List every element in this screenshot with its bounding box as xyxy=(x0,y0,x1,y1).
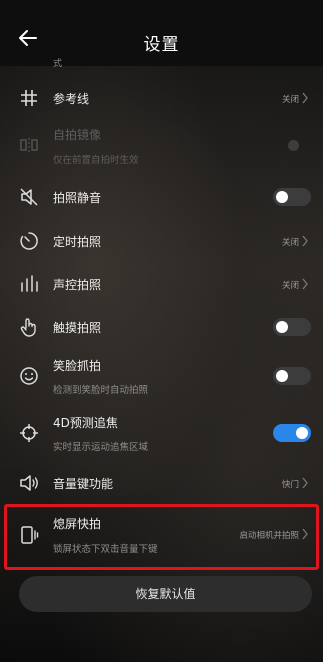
audio-bars-icon xyxy=(21,275,38,292)
chevron-right-icon xyxy=(302,278,308,290)
toggle-knob xyxy=(276,321,288,333)
toggle-knob xyxy=(296,427,308,439)
setting-row-smile[interactable]: 笑脸抓拍 检测到笑脸时自动拍照 xyxy=(0,353,323,399)
mirror-icon xyxy=(20,138,38,152)
smile-icon xyxy=(20,367,38,385)
chevron-right-icon xyxy=(302,477,308,489)
setting-value: 关闭 xyxy=(281,95,299,105)
setting-label: 拍照静音 xyxy=(53,191,102,205)
timer-icon xyxy=(20,232,38,250)
setting-row-timer[interactable]: 定时拍照 关闭 xyxy=(0,224,323,258)
setting-row-mute[interactable]: 拍照静音 xyxy=(0,180,323,214)
setting-row-focus4d[interactable]: 4D预测追焦 实时显示运动追焦区域 xyxy=(0,410,323,456)
setting-label: 音量键功能 xyxy=(53,477,114,491)
touch-hand-icon xyxy=(20,318,36,337)
reset-defaults-button[interactable]: 恢复默认值 xyxy=(19,576,312,612)
setting-row-voice[interactable]: 声控拍照 关闭 xyxy=(0,267,323,301)
setting-row-volume[interactable]: 音量键功能 快门 xyxy=(0,466,323,500)
setting-label: 参考线 xyxy=(53,92,90,106)
partial-row-text: 式 xyxy=(53,59,63,69)
setting-label: 笑脸抓拍 xyxy=(53,359,102,373)
smile-toggle[interactable] xyxy=(273,367,311,385)
volume-key-icon xyxy=(20,475,38,491)
setting-value: 关闭 xyxy=(281,238,299,248)
setting-description: 检测到笑脸时自动拍照 xyxy=(53,385,149,396)
touch-toggle[interactable] xyxy=(273,318,311,336)
highlight-box xyxy=(4,504,319,570)
setting-value: 关闭 xyxy=(281,281,299,291)
focus-target-icon xyxy=(20,424,38,442)
toggle-knob xyxy=(276,370,288,382)
disabled-indicator xyxy=(288,140,299,151)
chevron-right-icon xyxy=(302,92,308,104)
setting-value: 快门 xyxy=(281,480,299,490)
setting-description: 仅在前置自拍时生效 xyxy=(53,155,139,166)
page-title: 设置 xyxy=(143,35,180,55)
setting-label: 声控拍照 xyxy=(53,278,102,292)
chevron-right-icon xyxy=(302,235,308,247)
speaker-mute-icon xyxy=(20,188,38,206)
setting-row-touch[interactable]: 触摸拍照 xyxy=(0,310,323,344)
setting-row-grid[interactable]: 参考线 关闭 xyxy=(0,80,323,116)
grid-icon xyxy=(21,90,37,106)
mute-toggle[interactable] xyxy=(273,188,311,206)
setting-label: 4D预测追焦 xyxy=(53,416,118,430)
title-bar: 设置 xyxy=(0,0,323,66)
setting-label: 自拍镜像 xyxy=(53,128,102,142)
setting-label: 触摸拍照 xyxy=(53,321,102,335)
setting-row-mirror: 自拍镜像 仅在前置自拍时生效 xyxy=(0,120,323,170)
setting-description: 实时显示运动追焦区域 xyxy=(53,442,149,453)
toggle-knob xyxy=(276,191,288,203)
setting-label: 定时拍照 xyxy=(53,235,102,249)
focus4d-toggle[interactable] xyxy=(273,424,311,442)
